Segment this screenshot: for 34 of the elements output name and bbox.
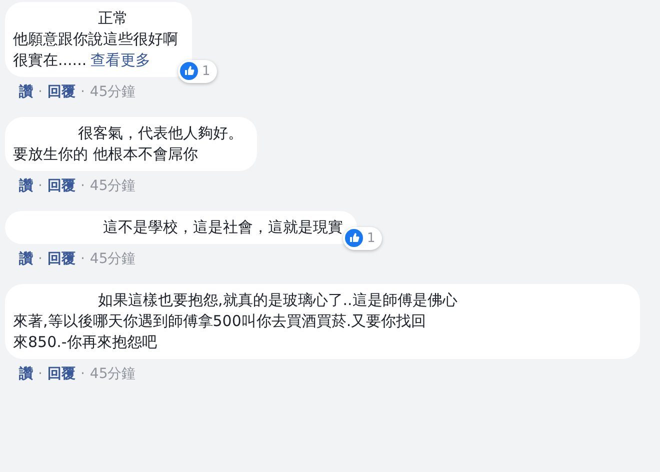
comment-action-link[interactable]: 回覆: [47, 365, 76, 383]
comment-action-link[interactable]: 讚: [19, 365, 33, 383]
comment-time: 45分鐘: [90, 177, 136, 195]
comment-action-link[interactable]: 讚: [19, 83, 33, 101]
separator-dot: ·: [80, 83, 85, 101]
separator-dot: ·: [80, 365, 85, 383]
separator-dot: ·: [38, 365, 42, 383]
comment-time: 45分鐘: [90, 250, 136, 268]
comment-text: 正常: [98, 8, 128, 29]
separator-dot: ·: [38, 250, 42, 268]
comment-text: 如果這樣也要抱怨,就真的是玻璃心了..這是師傅是佛心: [98, 290, 458, 311]
comment-text: 很客氣，代表他人夠好。: [78, 123, 243, 144]
comment-text: 來著,等以後哪天你遇到師傅拿500叫你去買酒買菸.又要你找回: [13, 311, 426, 332]
comment-action-link[interactable]: 回覆: [47, 177, 76, 195]
thumbs-up-icon: [180, 62, 198, 80]
reaction-count: 1: [367, 230, 376, 248]
comment-time: 45分鐘: [90, 365, 136, 383]
comment-time: 45分鐘: [90, 83, 136, 101]
comment-text: 來850.-你再來抱怨吧: [13, 332, 157, 353]
comment-action-link[interactable]: 回覆: [47, 83, 76, 101]
comment-text: 要放生你的 他根本不會屌你: [13, 144, 198, 165]
reaction-count: 1: [202, 62, 210, 80]
comment-text: 很實在......: [13, 50, 87, 71]
comment-action-link[interactable]: 回覆: [47, 250, 76, 268]
thumbs-up-icon: [345, 229, 363, 248]
separator-dot: ·: [38, 83, 42, 101]
separator-dot: ·: [38, 177, 42, 195]
see-more-link[interactable]: 查看更多: [90, 50, 151, 71]
comment-action-link[interactable]: 讚: [19, 177, 33, 195]
separator-dot: ·: [80, 177, 85, 195]
comment-text: 這不是學校，這是社會，這就是現實: [103, 217, 343, 238]
separator-dot: ·: [80, 250, 85, 268]
comment-text: 他願意跟你說這些很好啊: [13, 29, 178, 50]
comment-action-link[interactable]: 讚: [19, 250, 33, 268]
